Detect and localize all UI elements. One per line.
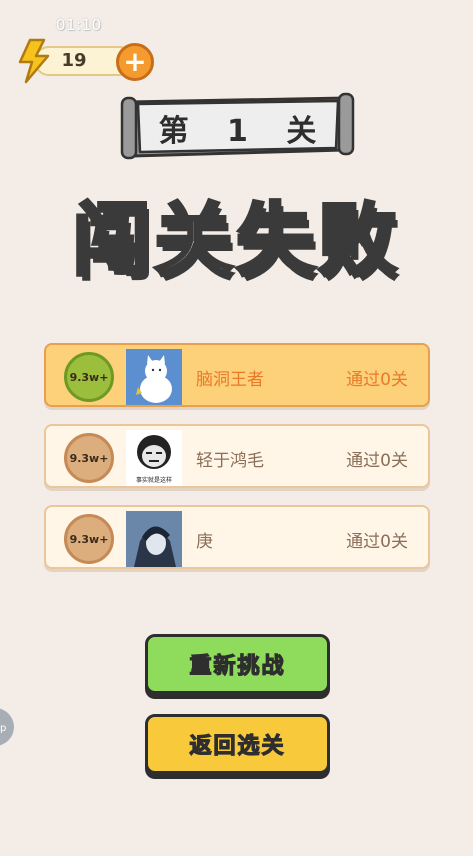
lightning-icon [18, 38, 50, 84]
add-energy-button[interactable]: + [116, 43, 154, 81]
retry-button[interactable]: 重新挑战 [145, 634, 330, 694]
ranking-row: 9.3w+ 事实就是这样 轻于鸿毛 通过0关 [44, 424, 430, 488]
player-status: 通过0关 [346, 532, 408, 552]
score-badge: 9.3w+ [64, 514, 114, 564]
timer-text: 01:10 [56, 16, 102, 34]
score-badge: 9.3w+ [64, 352, 114, 402]
svg-text:p: p [0, 723, 6, 733]
score-badge: 9.3w+ [64, 433, 114, 483]
ranking-row: 9.3w+ 庚 通过0关 [44, 505, 430, 569]
meme-caption: 事实就是这样 [135, 477, 172, 484]
player-status: 通过0关 [346, 370, 408, 390]
cat-avatar [126, 349, 182, 405]
meme-avatar: 事实就是这样 [126, 430, 182, 486]
player-name: 轻于鸿毛 [196, 451, 264, 471]
player-name: 庚 [196, 532, 213, 552]
energy-counter: 19 + [14, 38, 154, 84]
player-status: 通过0关 [346, 451, 408, 471]
back-to-levels-button[interactable]: 返回选关 [145, 714, 330, 774]
level-title: 第 1 关 [158, 114, 331, 149]
anime-boy-avatar [126, 511, 182, 567]
level-banner: 第 1 关 [120, 92, 355, 162]
ranking-row: 9.3w+ 脑洞王者 通过0关 [44, 343, 430, 407]
fail-title: 闯关失败 [70, 194, 401, 288]
player-name: 脑洞王者 [196, 370, 264, 390]
side-tab-icon[interactable]: p [0, 708, 14, 746]
